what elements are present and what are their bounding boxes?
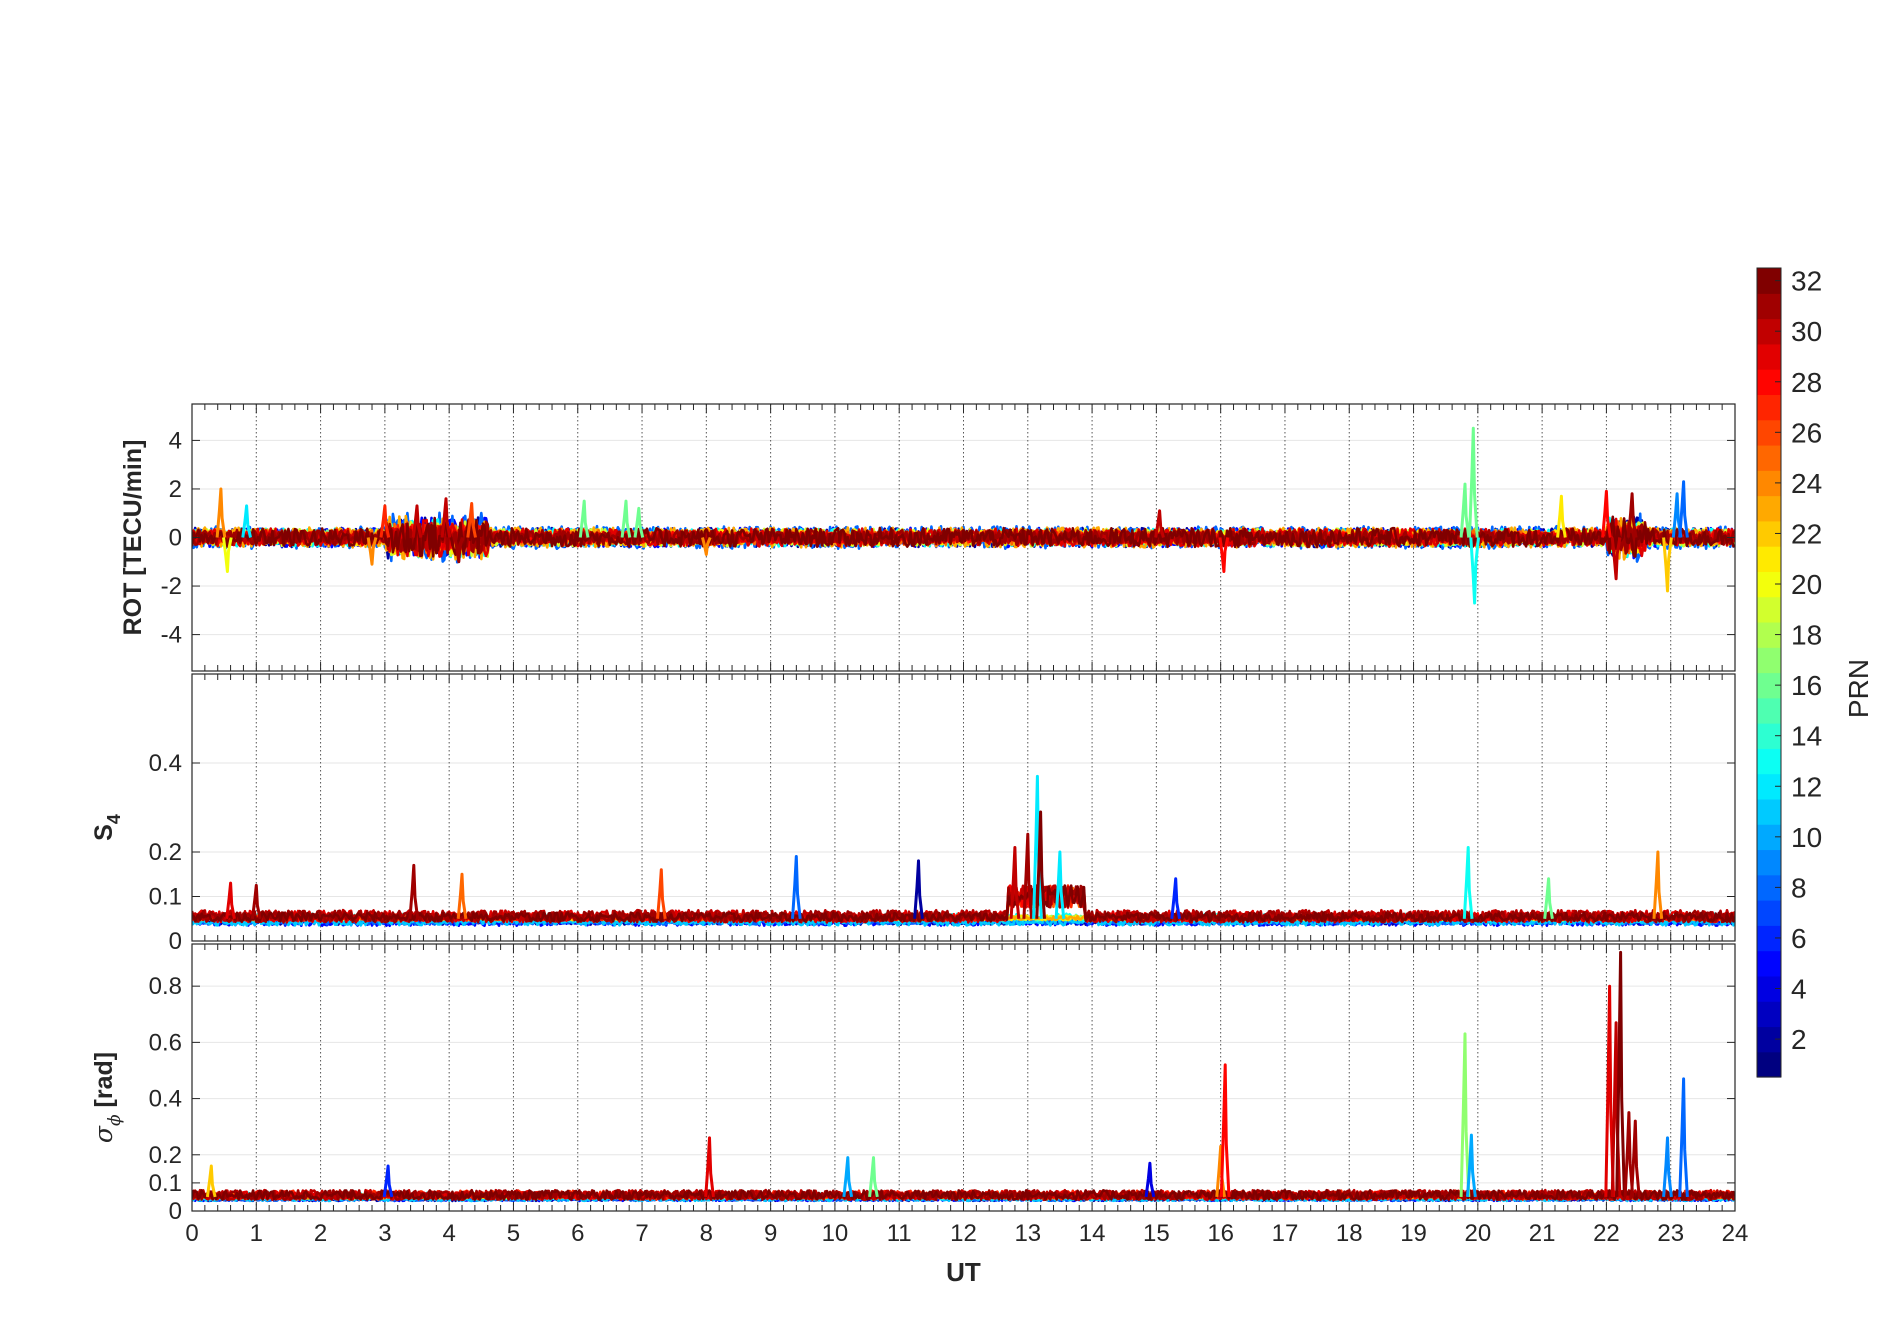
x-tick-label: 11 [887, 1220, 912, 1247]
x-tick-label: 15 [1143, 1220, 1170, 1247]
x-tick-label: 3 [378, 1220, 391, 1247]
x-tick-label: 7 [635, 1220, 648, 1247]
colorbar-cell [1757, 849, 1781, 876]
colorbar-cell [1757, 748, 1781, 775]
x-tick-label: 16 [1207, 1220, 1234, 1247]
x-tick-label: 10 [822, 1220, 849, 1247]
panel-1: -4 -2 0 2 4 ROT [TECU/min] [119, 403, 1736, 672]
colorbar: 2468101214161820222426283032PRN [1756, 266, 1874, 1078]
y-axis-label: S4 [90, 814, 124, 841]
colorbar-cell [1757, 293, 1781, 320]
colorbar-cell [1757, 546, 1781, 572]
colorbar-tick-label: 6 [1791, 923, 1807, 954]
figure-canvas: -4-2024ROT [TECU/min]00.10.20.4S400.10.2… [89, 266, 1874, 1287]
y-axis-label: σϕ [rad] [89, 1052, 125, 1143]
colorbar-tick-label: 12 [1791, 771, 1822, 802]
colorbar-label: PRN [1843, 659, 1874, 718]
panel-3: 00.10.20.40.60.8σϕ [rad]0 1 2 3 4 5 6 7 8 9 10 11 12… [89, 943, 1749, 1287]
colorbar-tick-label: 18 [1791, 620, 1822, 651]
colorbar-tick-label: 8 [1791, 872, 1807, 903]
colorbar-cell [1757, 950, 1781, 977]
colorbar-tick-label: 22 [1791, 518, 1822, 549]
x-axis-label: UT [946, 1257, 981, 1287]
colorbar-cell [1757, 798, 1781, 825]
colorbar-cell [1757, 697, 1781, 724]
y-tick-label: 2 [169, 476, 182, 503]
colorbar-cell [1757, 1001, 1781, 1028]
colorbar-tick-label: 10 [1791, 822, 1822, 853]
x-tick-label: 5 [507, 1220, 520, 1247]
x-tick-label: 19 [1400, 1220, 1427, 1247]
colorbar-tick-label: 26 [1791, 417, 1822, 448]
panel-2: 0 0.1 0.2 0.4 S4 [90, 673, 1736, 955]
y-tick-label: -2 [161, 573, 182, 600]
y-tick-label: -4 [161, 622, 182, 649]
x-tick-label: 12 [950, 1220, 977, 1247]
x-tick-label: 4 [442, 1220, 455, 1247]
y-tick-label: 0.2 [149, 1142, 182, 1169]
y-tick-label: 0.2 [149, 839, 182, 866]
y-tick-label: 4 [169, 427, 182, 454]
colorbar-cell [1757, 444, 1781, 471]
colorbar-tick-label: 24 [1791, 468, 1822, 499]
x-tick-label: 24 [1722, 1220, 1749, 1247]
x-tick-label: 17 [1272, 1220, 1299, 1247]
x-tick-label: 22 [1593, 1220, 1620, 1247]
y-tick-label: 0.1 [149, 1170, 182, 1197]
y-tick-label: 0.8 [149, 973, 182, 1000]
y-tick-label: 0 [169, 525, 182, 552]
colorbar-tick-label: 14 [1791, 721, 1822, 752]
colorbar-cell [1757, 647, 1781, 674]
y-tick-label: 0.1 [149, 884, 182, 911]
colorbar-cell [1757, 343, 1781, 370]
y-tick-label: 0.4 [149, 1086, 182, 1113]
x-tick-label: 14 [1079, 1220, 1106, 1247]
colorbar-tick-label: 2 [1791, 1024, 1807, 1055]
x-tick-label: 13 [1014, 1220, 1041, 1247]
colorbar-tick-label: 20 [1791, 569, 1822, 600]
colorbar-tick-label: 32 [1791, 266, 1822, 297]
x-tick-label: 18 [1336, 1220, 1363, 1247]
y-tick-label: 0.6 [149, 1029, 182, 1056]
x-tick-label: 9 [764, 1220, 777, 1247]
colorbar-tick-label: 4 [1791, 974, 1807, 1005]
y-tick-label: 0.4 [149, 750, 182, 777]
y-tick-label: 0 [169, 928, 182, 955]
colorbar-cell [1757, 900, 1781, 926]
x-tick-label: 0 [185, 1220, 198, 1247]
x-tick-label: 21 [1529, 1220, 1556, 1247]
x-tick-label: 1 [250, 1220, 263, 1247]
x-tick-label: 8 [700, 1220, 713, 1247]
figure: -4 -2 0 2 4 ROT [TECU/min] 0 0.1 0.2 0.4 S4 0 0.1 0.2… [0, 0, 1902, 1330]
x-tick-label: 20 [1464, 1220, 1491, 1247]
colorbar-tick-label: 16 [1791, 670, 1822, 701]
y-tick-label: 0 [169, 1198, 182, 1225]
x-tick-label: 2 [314, 1220, 327, 1247]
y-axis-label: ROT [TECU/min] [119, 440, 147, 636]
colorbar-cell [1757, 495, 1781, 522]
colorbar-tick-label: 28 [1791, 367, 1822, 398]
colorbar-cell [1757, 1051, 1781, 1078]
colorbar-tick-label: 30 [1791, 316, 1822, 347]
colorbar-cell [1757, 394, 1781, 421]
x-tick-label: 23 [1657, 1220, 1684, 1247]
x-tick-label: 6 [571, 1220, 584, 1247]
panels: -4-2024ROT [TECU/min]00.10.20.4S400.10.2… [89, 403, 1749, 1287]
colorbar-cell [1757, 596, 1781, 623]
